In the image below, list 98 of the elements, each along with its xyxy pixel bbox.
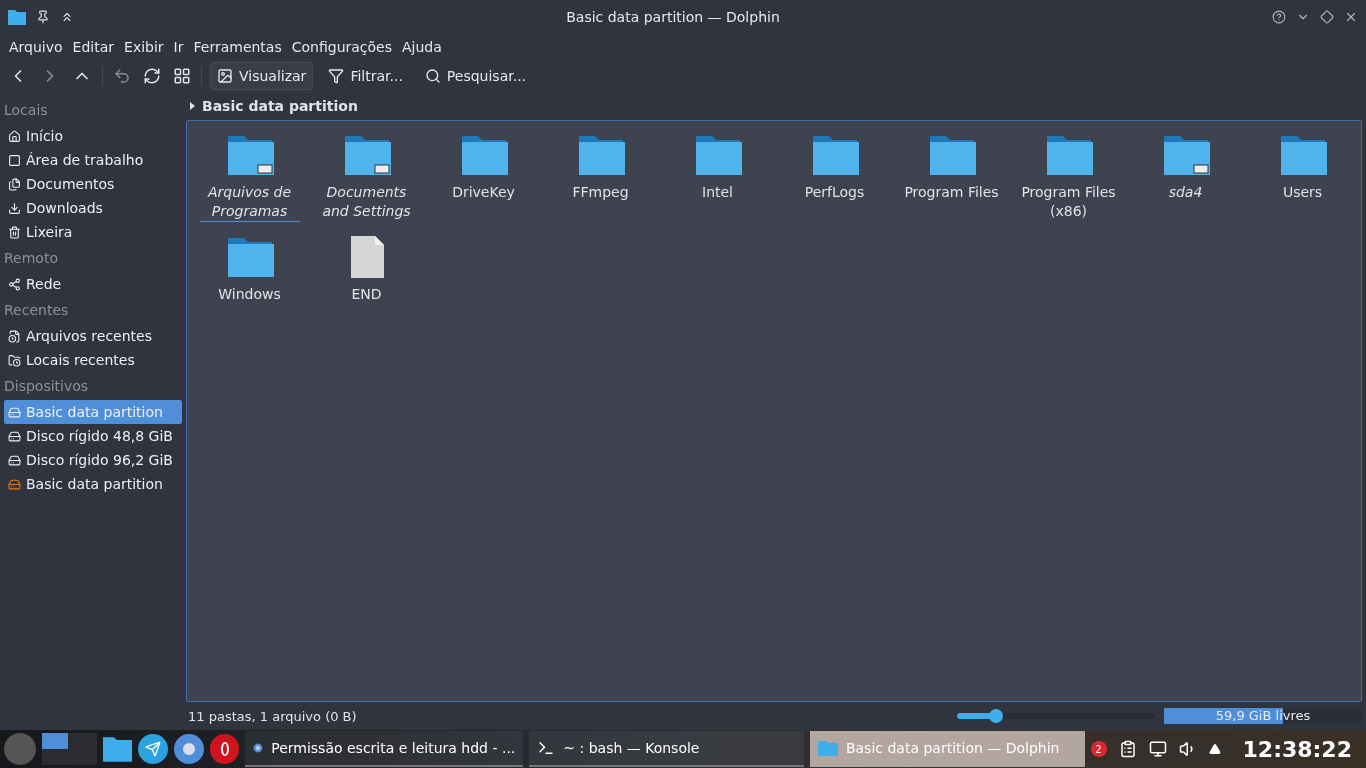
folder-icon [1278, 133, 1327, 177]
section-title: Recentes [4, 301, 70, 320]
drive-icon[interactable] [8, 429, 21, 443]
folder-icon [810, 133, 859, 177]
maximize-icon[interactable] [1320, 10, 1334, 24]
desktop-pager[interactable] [41, 733, 97, 765]
file-name[interactable]: Intel [667, 183, 768, 203]
notification-badge[interactable]: 2 [1090, 741, 1107, 757]
toolbar-button[interactable]: Pesquisar... [417, 62, 534, 90]
menu-item[interactable]: Ajuda [397, 39, 447, 55]
menu-item[interactable]: Ferramentas [188, 39, 287, 55]
close-icon[interactable] [1344, 10, 1358, 24]
menu-item[interactable]: Ir [168, 39, 189, 55]
folder-icon [1044, 133, 1093, 177]
search-icon[interactable] [424, 68, 441, 84]
help-icon[interactable] [1272, 10, 1286, 24]
sidebar-item[interactable]: Locais recentes [4, 348, 182, 372]
breadcrumb[interactable]: Basic data partition [202, 98, 358, 114]
file-name[interactable]: Users [1252, 183, 1353, 203]
file-name[interactable]: DriveKey [433, 183, 534, 203]
menu-item[interactable]: Arquivo [4, 39, 68, 55]
browser-icon[interactable] [174, 734, 204, 764]
file-name[interactable]: Arquivos de Programas [199, 183, 300, 222]
folder-app-icon [8, 9, 26, 25]
file-name[interactable]: Documents and Settings [316, 183, 417, 222]
folder-icon [693, 133, 742, 177]
clipboard-icon[interactable] [1118, 740, 1137, 758]
sidebar-label[interactable]: Documentos [26, 176, 115, 192]
window-title: Basic data partition — Dolphin [565, 9, 781, 25]
image-icon[interactable] [217, 68, 233, 84]
drive-icon[interactable] [8, 453, 21, 467]
sidebar-item[interactable]: Disco rígido 48,8 GiB [4, 424, 182, 448]
filter-icon[interactable] [328, 68, 345, 84]
toolbar-button[interactable]: Filtrar... [321, 62, 410, 90]
sidebar-label[interactable]: Disco rígido 96,2 GiB [26, 452, 173, 468]
sidebar-label[interactable]: Rede [26, 276, 62, 292]
sidebar-item[interactable]: Início [4, 124, 182, 148]
sidebar-item[interactable]: Disco rígido 96,2 GiB [4, 448, 182, 472]
folder-icon [459, 133, 508, 177]
sidebar-item[interactable]: Rede [4, 272, 182, 296]
slider-thumb[interactable] [989, 709, 1004, 723]
sidebar-label[interactable]: Arquivos recentes [26, 328, 152, 344]
expand-arrow-icon[interactable] [190, 102, 196, 110]
keep-above-icon[interactable] [60, 10, 74, 24]
zoom-slider[interactable] [957, 709, 1154, 723]
sidebar-label[interactable]: Lixeira [26, 224, 73, 240]
drive-icon[interactable] [8, 477, 21, 491]
home-icon[interactable] [8, 129, 21, 143]
section-title: Remoto [4, 249, 59, 268]
paper-plane-icon[interactable] [138, 734, 169, 764]
sidebar-label[interactable]: Área de trabalho [26, 152, 144, 168]
section-title: Dispositivos [4, 377, 90, 396]
sidebar-item[interactable]: Downloads [4, 196, 182, 220]
linked-folder-icon [342, 133, 391, 177]
sidebar-label[interactable]: Downloads [26, 200, 103, 216]
sidebar-item[interactable]: Documentos [4, 172, 182, 196]
file-icon [348, 235, 385, 279]
toolbar-button[interactable]: Visualizar [210, 62, 314, 90]
sidebar-item[interactable]: Basic data partition [4, 472, 182, 496]
sidebar-label[interactable]: Basic data partition [26, 476, 163, 492]
desktop-icon[interactable] [8, 153, 21, 167]
section-title: Locais [4, 101, 49, 120]
taskbar-task[interactable]: ~ : bash — Konsole [529, 731, 804, 767]
file-name[interactable]: Program Files (x86) [1018, 183, 1119, 222]
file-name[interactable]: Windows [199, 285, 300, 305]
clock[interactable]: 12:38:22 [1232, 736, 1362, 762]
recent-folder-icon[interactable] [8, 353, 21, 367]
file-name[interactable]: FFmpeg [550, 183, 651, 203]
folder-icon [817, 740, 838, 756]
pin-icon[interactable] [36, 10, 50, 24]
menu-item[interactable]: Editar [67, 39, 120, 55]
sidebar-label[interactable]: Disco rígido 48,8 GiB [26, 428, 173, 444]
file-name[interactable]: Program Files [901, 183, 1002, 203]
sidebar-label[interactable]: Início [26, 128, 64, 144]
file-name[interactable]: sda4 [1135, 183, 1236, 203]
linked-folder-icon [225, 133, 274, 177]
linked-folder-icon [1161, 133, 1210, 177]
sidebar-item[interactable]: Área de trabalho [4, 148, 182, 172]
download-icon[interactable] [8, 201, 21, 215]
recent-file-icon[interactable] [8, 329, 21, 343]
folder-icon[interactable] [102, 736, 133, 762]
status-text: 11 pastas, 1 arquivo (0 B) [188, 708, 358, 724]
expand-tray-icon[interactable] [1208, 743, 1221, 755]
start-menu-logo[interactable] [4, 733, 36, 765]
folder-icon [927, 133, 976, 177]
menu-item[interactable]: Configurações [286, 39, 398, 55]
sidebar-item[interactable]: Arquivos recentes [4, 324, 182, 348]
file-name[interactable]: END [316, 285, 417, 305]
folder-icon [576, 133, 625, 177]
terminal-icon [537, 739, 556, 757]
menu-item[interactable]: Exibir [119, 39, 169, 55]
folder-icon [225, 235, 274, 279]
documents-icon[interactable] [8, 177, 21, 191]
sidebar-item[interactable]: Lixeira [4, 220, 182, 244]
trash-icon[interactable] [8, 225, 21, 239]
sidebar-label[interactable]: Locais recentes [26, 352, 135, 368]
taskbar-task[interactable]: Permissão escrita e leitura hdd - ... [245, 731, 524, 767]
file-name[interactable]: PerfLogs [784, 183, 885, 203]
